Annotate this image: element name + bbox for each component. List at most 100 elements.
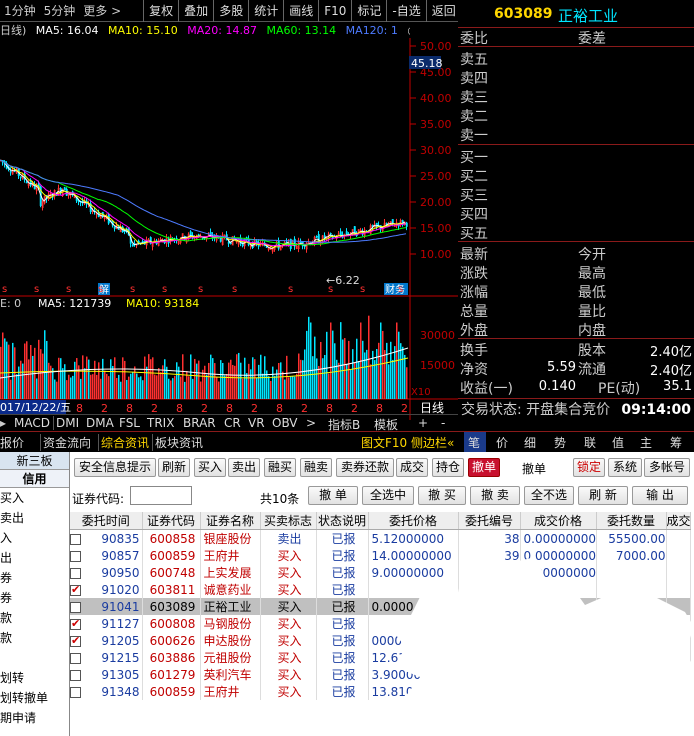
nav-item-5[interactable]: 券 xyxy=(0,568,69,588)
sell-repay-button[interactable]: 卖券还款 xyxy=(336,458,394,477)
row-checkbox[interactable] xyxy=(70,583,81,596)
nav-item-transfer[interactable]: 划转 xyxy=(0,668,69,688)
volume-bar xyxy=(380,322,382,399)
kline-chart[interactable]: 50.0045.0040.0035.0030.0025.0020.0015.00… xyxy=(0,38,458,432)
tab-price[interactable]: 价 xyxy=(496,434,508,451)
column-header[interactable]: 买卖标志 xyxy=(260,512,317,530)
credit-header[interactable]: 信用 xyxy=(0,470,69,488)
overlay-button[interactable]: 叠加 xyxy=(178,0,213,22)
tab-trend[interactable]: 势 xyxy=(554,434,566,451)
tab-dmi[interactable]: DMI xyxy=(56,416,79,430)
system-button[interactable]: 系统 xyxy=(608,458,642,477)
stats-button[interactable]: 统计 xyxy=(248,0,283,22)
tab-trix[interactable]: TRIX xyxy=(147,416,174,430)
row-checkbox[interactable] xyxy=(70,652,81,664)
nav-item-transfer-cancel[interactable]: 划转撤单 xyxy=(0,688,69,708)
row-checkbox[interactable] xyxy=(70,567,81,579)
tab-main[interactable]: 主 xyxy=(640,434,652,451)
f10-button[interactable]: F10 xyxy=(318,0,351,22)
tab-sidebar[interactable]: 侧边栏« xyxy=(411,434,454,451)
select-all-button[interactable]: 全选中 xyxy=(362,486,414,505)
period-5min[interactable]: 5分钟 xyxy=(40,2,80,19)
tab-fsl[interactable]: FSL xyxy=(119,416,140,430)
column-header[interactable]: 委托时间 xyxy=(70,512,143,530)
nav-item-8[interactable]: 款 xyxy=(0,628,69,648)
refresh-button[interactable]: 刷新 xyxy=(158,458,190,477)
column-header[interactable]: 委托编号 xyxy=(458,512,521,530)
sell-button[interactable]: 卖出 xyxy=(228,458,260,477)
cancel-order-tab[interactable]: 撤单 xyxy=(468,458,500,477)
row-checkbox[interactable] xyxy=(70,550,81,562)
trade-status: 交易状态: 开盘集合竞价 09:14:00 xyxy=(458,398,694,420)
multi-stock-button[interactable]: 多股 xyxy=(213,0,248,22)
zoom-in-button[interactable]: + xyxy=(418,416,428,430)
deal-button[interactable]: 成交 xyxy=(396,458,428,477)
code-filter-input[interactable] xyxy=(130,486,192,505)
lock-button[interactable]: 锁定 xyxy=(573,458,605,477)
column-header[interactable]: 状态说明 xyxy=(316,512,369,530)
nav-item-7[interactable]: 款 xyxy=(0,608,69,628)
security-info-button[interactable]: 安全信息提示 xyxy=(74,458,156,477)
row-checkbox[interactable] xyxy=(70,686,81,698)
column-header[interactable]: 证券代码 xyxy=(142,512,201,530)
row-checkbox[interactable] xyxy=(70,617,81,630)
position-button[interactable]: 持仓 xyxy=(432,458,464,477)
nav-item-3[interactable]: 入 xyxy=(0,528,69,548)
tab-cr[interactable]: CR xyxy=(224,416,241,430)
refresh-list-button[interactable]: 刷 新 xyxy=(578,486,628,505)
row-checkbox[interactable] xyxy=(70,601,81,613)
zoom-out-button[interactable]: - xyxy=(441,416,445,430)
deselect-all-button[interactable]: 全不选 xyxy=(524,486,574,505)
margin-sell-button[interactable]: 融卖 xyxy=(300,458,332,477)
column-header[interactable]: 证券名称 xyxy=(200,512,261,530)
volume-bar xyxy=(84,368,86,399)
tab-news[interactable]: 综合资讯 xyxy=(98,434,149,451)
multi-account-button[interactable]: 多帐号 xyxy=(644,458,690,477)
column-header[interactable]: 委托数量 xyxy=(596,512,667,530)
tab-link[interactable]: 联 xyxy=(584,434,596,451)
column-header[interactable]: 成交 xyxy=(666,512,691,530)
tab-sector-news[interactable]: 板块资讯 xyxy=(152,434,203,451)
nav-item-4[interactable]: 出 xyxy=(0,548,69,568)
tab-macd[interactable]: MACD xyxy=(14,416,54,430)
export-button[interactable]: 输 出 xyxy=(632,486,688,505)
tab-obv[interactable]: OBV xyxy=(272,416,298,430)
nav-item-9[interactable] xyxy=(0,648,69,668)
column-header[interactable]: 成交价格 xyxy=(520,512,597,530)
legend-icons[interactable]: ○ ◇ xyxy=(407,24,410,37)
nav-item-6[interactable]: 券 xyxy=(0,588,69,608)
tab-dma[interactable]: DMA xyxy=(86,416,114,430)
tab-more[interactable]: > xyxy=(306,416,316,430)
nav-item-buy[interactable]: 买入 xyxy=(0,488,69,508)
cancel-selected-button[interactable]: 撤 单 xyxy=(308,486,358,505)
margin-buy-button[interactable]: 融买 xyxy=(264,458,296,477)
row-checkbox[interactable] xyxy=(70,669,81,681)
tab-value[interactable]: 值 xyxy=(612,434,624,451)
nav-item-apply[interactable]: 期申请 xyxy=(0,708,69,728)
buy-button[interactable]: 买入 xyxy=(194,458,226,477)
period-1min[interactable]: 1分钟 xyxy=(0,2,40,19)
nav-item-sell[interactable]: 卖出 xyxy=(0,508,69,528)
remove-favorite-button[interactable]: -自选 xyxy=(386,0,425,22)
period-more[interactable]: 更多 > xyxy=(79,2,125,19)
tab-brar[interactable]: BRAR xyxy=(183,416,216,430)
tab-detail[interactable]: 细 xyxy=(524,434,536,451)
cancel-buys-button[interactable]: 撤 买 xyxy=(418,486,466,505)
fuquan-button[interactable]: 复权 xyxy=(143,0,178,22)
cancel-sells-button[interactable]: 撤 卖 xyxy=(470,486,520,505)
draw-line-button[interactable]: 画线 xyxy=(283,0,318,22)
tab-quote[interactable]: 报价 xyxy=(0,434,24,451)
tab-capital-flow[interactable]: 资金流向 xyxy=(40,434,91,451)
tab-f10[interactable]: 图文F10 xyxy=(361,434,407,451)
row-checkbox[interactable] xyxy=(70,533,81,545)
tab-neeq[interactable]: 新三板 xyxy=(0,452,69,470)
tab-trades[interactable]: 笔 xyxy=(468,434,480,451)
tab-chips[interactable]: 筹 xyxy=(670,434,682,451)
tab-vr[interactable]: VR xyxy=(248,416,265,430)
table-row[interactable]: 90835 600858 银座股份 卖出 已报 5.12000000 38 0.0000000… xyxy=(70,529,691,547)
mark-button[interactable]: 标记 xyxy=(351,0,386,22)
column-header[interactable]: 委托价格 xyxy=(368,512,459,530)
back-button[interactable]: 返回 xyxy=(425,0,461,22)
volume-bar xyxy=(152,357,154,399)
row-checkbox[interactable] xyxy=(70,634,81,647)
